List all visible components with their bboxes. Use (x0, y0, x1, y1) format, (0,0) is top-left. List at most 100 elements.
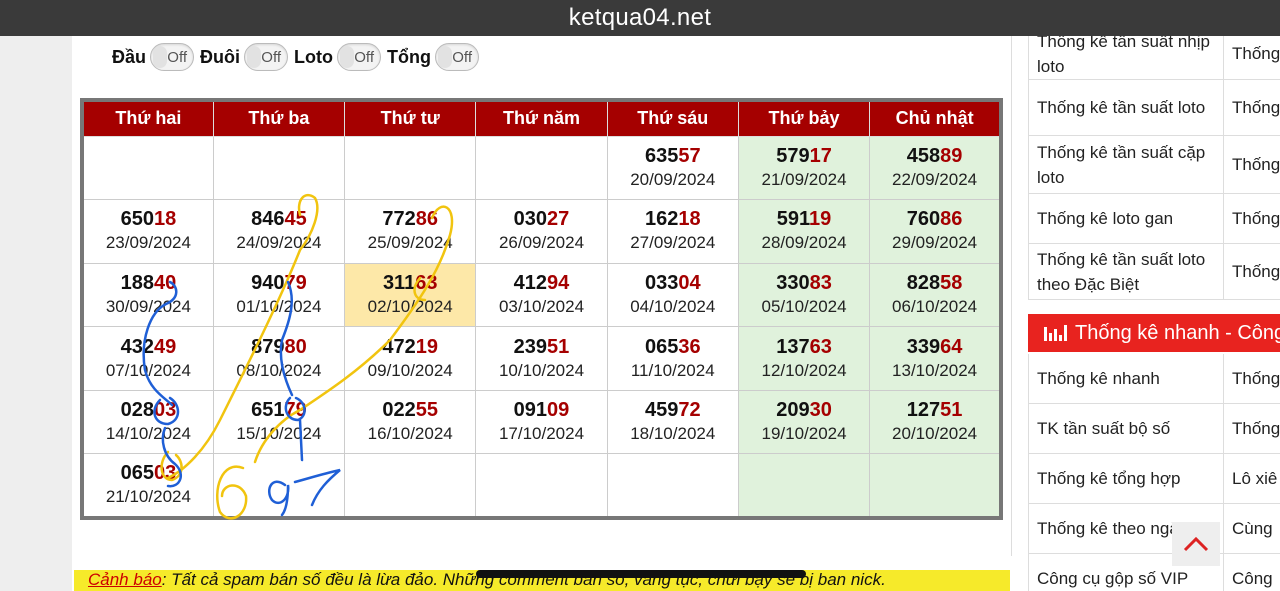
sidebar-link[interactable]: TK tần suất bộ số (1028, 404, 1224, 453)
calendar-day-cell[interactable]: 77286 25/09/2024 (344, 199, 477, 264)
result-number: 03027 (476, 207, 606, 231)
result-date: 13/10/2024 (892, 360, 978, 380)
calendar-day-cell[interactable]: 23951 10/10/2024 (475, 326, 608, 391)
result-number: 20930 (739, 398, 869, 422)
result-tail-digits: 83 (809, 271, 832, 294)
sidebar-link-row[interactable]: Thống kê tần suất loto theo Đặc Biệt Thố… (1028, 244, 1280, 300)
result-tail-digits: 86 (940, 208, 963, 231)
calendar-day-cell[interactable]: 31163 02/10/2024 (344, 262, 477, 328)
result-number: 77286 (345, 207, 475, 231)
sidebar-link-secondary[interactable]: Thống dàn cù (1224, 136, 1280, 193)
calendar-day-cell[interactable]: 12751 20/10/2024 (869, 389, 1002, 455)
calendar-day-cell[interactable]: 03027 26/09/2024 (475, 199, 608, 264)
browser-url-bar[interactable]: ketqua04.net (0, 0, 1280, 36)
sidebar-link-row[interactable]: Thống kê nhanh Thống (1028, 354, 1280, 404)
sidebar-link-secondary[interactable]: Thống theo lo (1224, 244, 1280, 299)
calendar-day-cell[interactable]: 57917 21/09/2024 (737, 135, 871, 201)
sidebar-link-secondary[interactable]: Thống (1224, 354, 1280, 403)
sidebar-link-secondary[interactable]: Thống đặc bi (1224, 36, 1280, 79)
sidebar-link-secondary[interactable]: Công (1224, 554, 1280, 591)
toggle-dau[interactable]: Off (150, 43, 195, 71)
calendar-day-cell[interactable]: 16218 27/09/2024 (606, 199, 739, 264)
calendar-day-cell[interactable]: 65179 15/10/2024 (212, 389, 346, 455)
sidebar-link[interactable]: Thống kê tần suất loto (1028, 80, 1224, 135)
calendar-day-cell[interactable]: 82858 06/10/2024 (869, 262, 1002, 328)
calendar-day-cell[interactable]: 02803 14/10/2024 (81, 389, 214, 455)
calendar-day-cell[interactable]: 84645 24/09/2024 (212, 199, 346, 264)
sidebar-link-secondary[interactable]: Cùng (1224, 504, 1280, 553)
result-number: 18840 (84, 271, 213, 295)
calendar-week-row: 63557 20/09/2024 57917 21/09/2024 45889 22/09… (81, 135, 1002, 201)
result-date: 20/09/2024 (630, 169, 716, 189)
calendar-day-cell[interactable]: 06536 11/10/2024 (606, 326, 739, 391)
sidebar-link-row[interactable]: Công cụ gộp số VIP Công (1028, 554, 1280, 591)
sidebar-link[interactable]: Thống kê tổng hợp (1028, 454, 1224, 503)
sidebar-link[interactable]: Thống kê tần suất loto theo Đặc Biệt (1028, 244, 1224, 299)
result-tail-digits: 58 (940, 271, 963, 294)
calendar-day-cell[interactable]: 02255 16/10/2024 (344, 389, 477, 455)
result-number: 09109 (476, 398, 606, 422)
sidebar-link[interactable]: Thống kê loto gan (1028, 194, 1224, 243)
calendar-day-cell[interactable]: 87980 08/10/2024 (212, 326, 346, 391)
calendar-day-cell[interactable]: 33964 13/10/2024 (869, 326, 1002, 391)
calendar-day-cell[interactable]: 33083 05/10/2024 (737, 262, 871, 328)
weekday-header: Thứ bảy (737, 99, 871, 137)
toggle-duoi[interactable]: Off (244, 43, 289, 71)
calendar-day-cell[interactable]: 43249 07/10/2024 (81, 326, 214, 391)
sidebar-link-row[interactable]: Thống kê tần suất loto Thống loto (1028, 80, 1280, 136)
home-indicator[interactable] (476, 570, 806, 578)
calendar-day-cell[interactable]: 41294 03/10/2024 (475, 262, 608, 328)
result-tail-digits: 51 (547, 335, 570, 358)
sidebar-link-secondary[interactable]: Thống loto (1224, 80, 1280, 135)
sidebar-link[interactable]: Thống kê tần suất cặp loto (1028, 136, 1224, 193)
calendar-day-cell[interactable]: 06503 21/10/2024 (81, 453, 214, 519)
calendar-day-cell (475, 135, 608, 201)
result-tail-digits: 40 (153, 271, 177, 294)
scroll-top-button[interactable] (1172, 522, 1220, 566)
result-head-digits: 162 (644, 208, 679, 231)
calendar-day-cell[interactable]: 20930 19/10/2024 (737, 389, 871, 455)
calendar-day-cell[interactable]: 45889 22/09/2024 (869, 135, 1002, 201)
sidebar-link-secondary[interactable]: Thống (1224, 404, 1280, 453)
calendar-day-cell[interactable]: 59119 28/09/2024 (737, 199, 871, 264)
calendar-day-cell[interactable]: 47219 09/10/2024 (344, 326, 477, 391)
toggle-loto[interactable]: Off (337, 43, 381, 71)
calendar-day-cell[interactable]: 45972 18/10/2024 (606, 389, 739, 455)
calendar-day-cell[interactable]: 18840 30/09/2024 (81, 262, 214, 328)
result-tail-digits: 17 (809, 144, 832, 167)
sidebar-link-row[interactable]: Thống kê theo ngày Cùng (1028, 504, 1280, 554)
result-head-digits: 022 (382, 399, 416, 422)
calendar-day-cell[interactable]: 03304 04/10/2024 (606, 262, 739, 328)
sidebar-link-row[interactable]: Thống kê tần suất nhịp loto Thống đặc bi (1028, 36, 1280, 80)
result-tail-digits: 18 (678, 208, 701, 231)
sidebar-link[interactable]: Thống kê tần suất nhịp loto (1028, 36, 1224, 79)
result-number: 84645 (214, 207, 344, 231)
sidebar-link-row[interactable]: Thống kê loto gan Thống (1028, 194, 1280, 244)
result-tail-digits: 36 (678, 335, 701, 358)
calendar-week-row: 06503 21/10/2024 (81, 453, 1002, 519)
weekday-header: Thứ sáu (606, 99, 739, 137)
result-date: 28/09/2024 (761, 233, 847, 253)
calendar-day-cell[interactable]: 63557 20/09/2024 (606, 135, 739, 201)
sidebar-link-row[interactable]: TK tần suất bộ số Thống (1028, 404, 1280, 454)
calendar-day-cell[interactable]: 13763 12/10/2024 (737, 326, 871, 391)
result-tail-digits: 79 (284, 399, 307, 422)
result-number: 94079 (214, 271, 344, 295)
sidebar-link[interactable]: Thống kê nhanh (1028, 354, 1224, 403)
result-date: 24/09/2024 (236, 233, 322, 253)
result-date: 19/10/2024 (761, 424, 847, 444)
sidebar-link-secondary[interactable]: Lô xiê (1224, 454, 1280, 503)
calendar-day-cell[interactable]: 65018 23/09/2024 (81, 199, 214, 264)
calendar-day-cell[interactable]: 09109 17/10/2024 (475, 389, 608, 455)
sidebar-link-secondary[interactable]: Thống (1224, 194, 1280, 243)
result-date: 09/10/2024 (367, 360, 453, 380)
toggle-tong[interactable]: Off (434, 43, 479, 71)
sidebar-link-row[interactable]: Thống kê tổng hợp Lô xiê (1028, 454, 1280, 504)
sidebar-link-row[interactable]: Thống kê tần suất cặp loto Thống dàn cù (1028, 136, 1280, 194)
result-date: 06/10/2024 (892, 296, 978, 316)
calendar-day-cell (344, 453, 477, 519)
result-date: 07/10/2024 (105, 360, 191, 380)
result-head-digits: 940 (251, 271, 285, 294)
calendar-day-cell[interactable]: 94079 01/10/2024 (212, 262, 346, 328)
calendar-day-cell[interactable]: 76086 29/09/2024 (869, 199, 1002, 264)
